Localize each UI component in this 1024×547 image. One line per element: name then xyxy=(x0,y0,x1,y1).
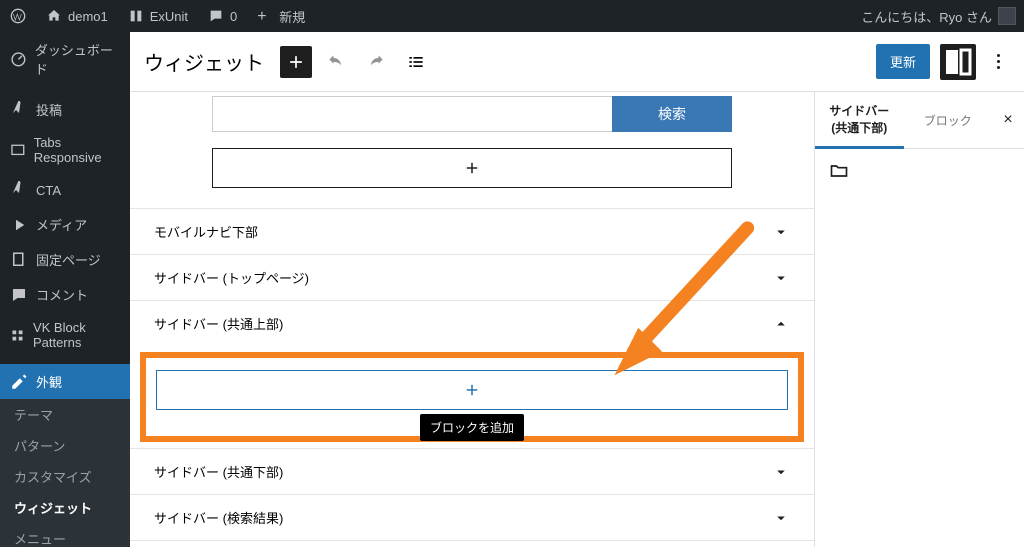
sub-customize[interactable]: カスタマイズ xyxy=(0,461,130,492)
list-view-button[interactable] xyxy=(400,46,432,78)
inserter-toggle-button[interactable] xyxy=(280,46,312,78)
chevron-down-icon xyxy=(772,509,790,527)
new-item[interactable]: + 新規 xyxy=(247,0,315,32)
search-input[interactable] xyxy=(212,96,612,132)
chevron-down-icon xyxy=(772,463,790,481)
undo-button[interactable] xyxy=(320,46,352,78)
menu-pages[interactable]: 固定ページ xyxy=(0,242,130,277)
search-button[interactable]: 検索 xyxy=(612,96,732,132)
plus-icon: + xyxy=(257,8,273,24)
redo-button[interactable] xyxy=(360,46,392,78)
menu-cta[interactable]: CTA xyxy=(0,173,130,207)
folder-icon xyxy=(829,161,849,181)
wp-logo-item[interactable] xyxy=(0,0,36,32)
avatar[interactable] xyxy=(998,7,1016,25)
close-sidebar-button[interactable]: × xyxy=(992,111,1024,129)
sub-widgets[interactable]: ウィジェット xyxy=(0,492,130,523)
menu-comments[interactable]: コメント xyxy=(0,277,130,312)
area-mobile-nav[interactable]: モバイルナビ下部 xyxy=(130,209,814,254)
page-title: ウィジェット xyxy=(144,47,264,76)
menu-dashboard[interactable]: ダッシュボード xyxy=(0,32,130,86)
area-sidebar-common-lower[interactable]: サイドバー (共通下部) xyxy=(130,449,814,494)
appearance-submenu: テーマ パターン カスタマイズ ウィジェット メニュー 背景 テーマファイルエデ… xyxy=(0,399,130,547)
block-appender-highlighted[interactable] xyxy=(156,370,788,410)
site-name-text: demo1 xyxy=(68,9,108,24)
menu-vk-patterns[interactable]: VK Block Patterns xyxy=(0,312,130,358)
settings-sidebar: サイドバー (共通下部) ブロック × xyxy=(814,92,1024,547)
area-sidebar-search[interactable]: サイドバー (検索結果) xyxy=(130,495,814,540)
exunit-text: ExUnit xyxy=(150,9,188,24)
wp-admin-bar: demo1 ExUnit 0 + 新規 こんにちは、Ryo さん xyxy=(0,0,1024,32)
block-appender[interactable] xyxy=(212,148,732,188)
tab-widget-area[interactable]: サイドバー (共通下部) xyxy=(815,92,904,149)
tab-block[interactable]: ブロック xyxy=(904,102,993,139)
site-name-item[interactable]: demo1 xyxy=(36,0,118,32)
editor-header: ウィジェット 更新 xyxy=(130,32,1024,92)
menu-appearance[interactable]: 外観 xyxy=(0,364,130,399)
area-sidebar-top[interactable]: サイドバー (トップページ) xyxy=(130,255,814,300)
chevron-up-icon xyxy=(772,315,790,333)
update-button[interactable]: 更新 xyxy=(876,44,930,79)
menu-posts[interactable]: 投稿 xyxy=(0,92,130,127)
greeting-text[interactable]: こんにちは、Ryo さん xyxy=(861,7,992,26)
editor-canvas: 検索 モバイルナビ下部 サイドバー (トップページ) サイドバー (共通上部) … xyxy=(130,92,814,547)
area-sidebar-post[interactable]: サイドバー (投稿) xyxy=(130,541,814,547)
plus-icon xyxy=(463,159,481,177)
comments-item[interactable]: 0 xyxy=(198,0,247,32)
sub-patterns[interactable]: パターン xyxy=(0,430,130,461)
tooltip: ブロックを追加 xyxy=(420,414,524,441)
highlighted-area: ブロックを追加 xyxy=(140,352,804,442)
chevron-down-icon xyxy=(772,223,790,241)
area-sidebar-common-upper[interactable]: サイドバー (共通上部) xyxy=(130,301,814,346)
sub-menus[interactable]: メニュー xyxy=(0,523,130,547)
menu-tabs-responsive[interactable]: Tabs Responsive xyxy=(0,127,130,173)
exunit-item[interactable]: ExUnit xyxy=(118,0,198,32)
settings-panel-button[interactable] xyxy=(940,44,976,80)
admin-menu: ダッシュボード 投稿 Tabs Responsive CTA メディア 固定ペー… xyxy=(0,32,130,547)
more-options-button[interactable] xyxy=(986,54,1010,69)
sub-themes[interactable]: テーマ xyxy=(0,399,130,430)
comments-count: 0 xyxy=(230,9,237,24)
search-block: 検索 xyxy=(212,96,732,132)
menu-media[interactable]: メディア xyxy=(0,207,130,242)
new-text: 新規 xyxy=(279,7,305,26)
chevron-down-icon xyxy=(772,269,790,287)
plus-icon xyxy=(463,381,481,399)
